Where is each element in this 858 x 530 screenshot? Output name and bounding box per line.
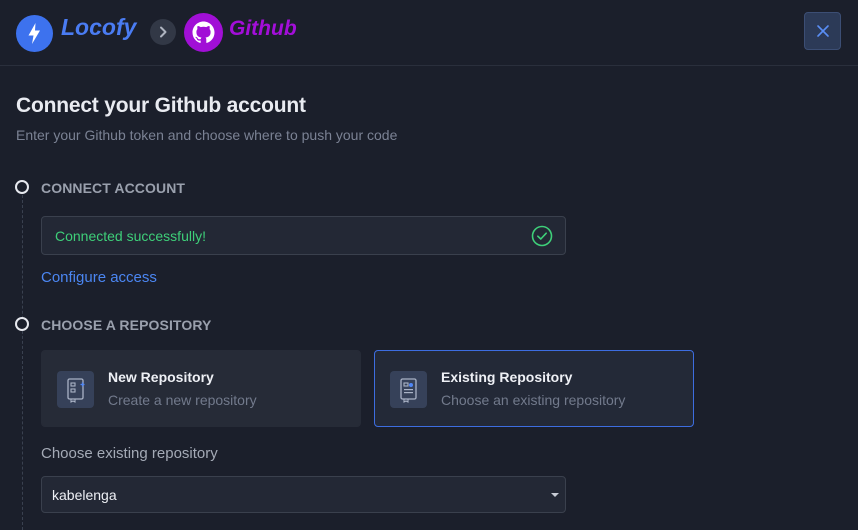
timeline-line <box>22 195 23 530</box>
new-repository-option[interactable]: New Repository Create a new repository <box>41 350 361 427</box>
new-repository-title: New Repository <box>108 369 214 385</box>
new-repo-icon <box>57 371 94 408</box>
repository-select-value: kabelenga <box>52 487 117 503</box>
configure-access-link[interactable]: Configure access <box>41 269 157 286</box>
header-bar: Locofy Github <box>0 0 858 66</box>
existing-repository-title: Existing Repository <box>441 369 573 385</box>
page-title: Connect your Github account <box>16 94 306 117</box>
integration-name: Github <box>229 17 297 40</box>
existing-repo-icon <box>390 371 427 408</box>
github-icon <box>184 13 223 52</box>
existing-repository-option[interactable]: Existing Repository Choose an existing r… <box>374 350 694 427</box>
bolt-icon <box>16 15 53 52</box>
repository-select[interactable]: kabelenga <box>41 476 566 513</box>
step-indicator-repository <box>15 317 29 331</box>
step-title-connect: CONNECT ACCOUNT <box>41 180 186 196</box>
status-text: Connected successfully! <box>55 228 206 244</box>
connection-status: Connected successfully! <box>41 216 566 255</box>
step-indicator-connect <box>15 180 29 194</box>
close-button[interactable] <box>804 12 841 50</box>
close-icon <box>817 25 829 37</box>
brand-name: Locofy <box>61 14 137 40</box>
new-repository-description: Create a new repository <box>108 392 257 408</box>
chevron-right-icon <box>150 19 176 45</box>
check-circle-icon <box>531 225 553 247</box>
caret-down-icon <box>551 493 559 497</box>
existing-repository-description: Choose an existing repository <box>441 392 626 408</box>
repository-select-label: Choose existing repository <box>41 445 218 462</box>
step-title-repository: CHOOSE A REPOSITORY <box>41 317 212 333</box>
page-subtitle: Enter your Github token and choose where… <box>16 127 398 143</box>
